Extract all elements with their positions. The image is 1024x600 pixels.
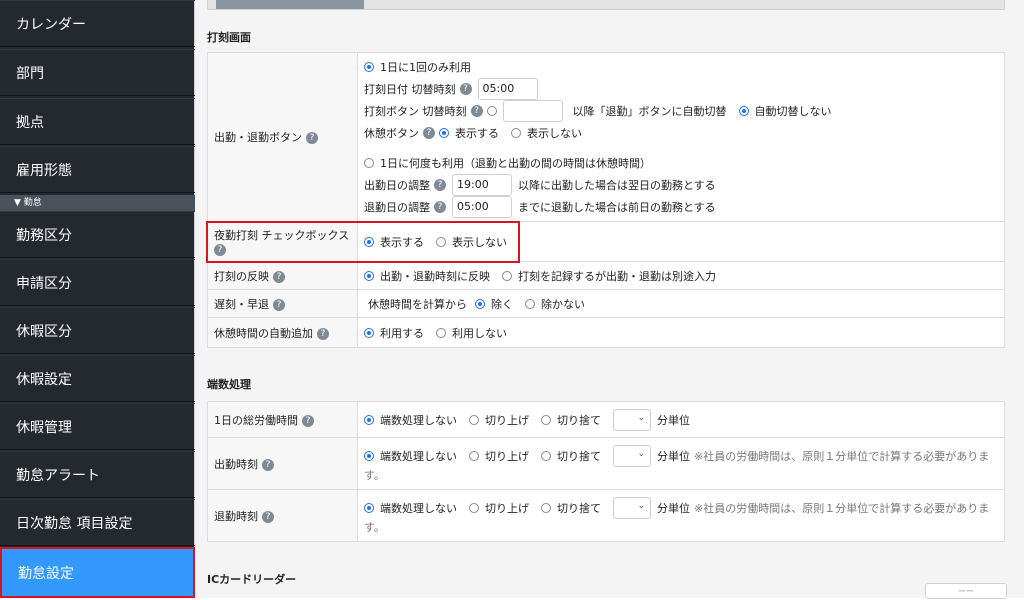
sidebar-item-leave-management[interactable]: 休暇管理 (0, 403, 195, 450)
radio-in-down[interactable] (541, 450, 551, 461)
radio-out-up[interactable] (469, 502, 479, 513)
help-icon[interactable]: ? (470, 105, 483, 117)
section-title-punch: 打刻画面 (207, 31, 251, 44)
section-title-rounding: 端数処理 (207, 378, 251, 391)
help-icon[interactable]: ? (423, 127, 435, 139)
sidebar-item-leave-settings[interactable]: 休暇設定 (0, 355, 195, 402)
row-label-auto-break: 休憩時間の自動追加? (207, 317, 358, 348)
date-switch-time-input[interactable]: 05:00 (477, 78, 538, 100)
sidebar-item-attendance-alert[interactable]: 勤怠アラート (0, 451, 195, 498)
radio-auto-break-not-use[interactable] (436, 327, 446, 338)
total-unit-select[interactable]: ⌄ (613, 408, 651, 431)
radio-many[interactable] (364, 158, 374, 168)
radio-total-none[interactable] (364, 414, 374, 425)
radio-total-down[interactable] (541, 414, 551, 425)
chevron-down-icon: ⌄ (637, 412, 645, 423)
radio-break-hide[interactable] (511, 128, 521, 138)
main-content: 打刻画面 出勤・退勤ボタン? 1日に1回のみ利用 打刻日付 切替時刻? 05:00… (195, 0, 1024, 599)
radio-reflect-times[interactable] (364, 270, 374, 281)
radio-not-exclude[interactable] (525, 298, 535, 309)
highlight-night-row (206, 221, 520, 263)
radio-out-none[interactable] (364, 502, 374, 513)
radio-in-none[interactable] (364, 450, 374, 461)
sidebar-item-work-category[interactable]: 勤務区分 (0, 211, 195, 258)
radio-button-switch[interactable] (486, 106, 497, 116)
ic-reader-button[interactable]: ーー (925, 583, 1007, 599)
sidebar-item-calendar[interactable]: カレンダー (0, 0, 195, 47)
clock-out-adjust-input[interactable]: 05:00 (452, 196, 512, 218)
row-label-reflect: 打刻の反映? (207, 261, 358, 290)
help-icon[interactable]: ? (317, 327, 329, 340)
row-label-clock-in: 出勤時刻? (207, 437, 358, 490)
help-icon[interactable]: ? (459, 83, 472, 95)
radio-auto-break-use[interactable] (364, 327, 374, 338)
section-title-ic-reader: ICカードリーダー (207, 573, 297, 586)
chevron-down-icon: ⌄ (637, 448, 645, 459)
help-icon[interactable]: ? (434, 201, 446, 213)
help-icon[interactable]: ? (434, 179, 446, 191)
help-icon[interactable]: ? (302, 414, 314, 427)
sidebar-item-daily-fields[interactable]: 日次勤怠 項目設定 (0, 499, 195, 546)
row-label-total-hours: 1日の総労働時間? (207, 401, 358, 438)
sidebar: カレンダー 部門 拠点 雇用形態 ▼ 勤怠 勤務区分 申請区分 休暇区分 休暇設… (0, 0, 195, 598)
scrollbar-thumb[interactable] (216, 0, 364, 9)
help-icon[interactable]: ? (262, 510, 274, 523)
radio-reflect-record[interactable] (502, 270, 512, 281)
sidebar-item-employment-type[interactable]: 雇用形態 (0, 146, 195, 193)
row-label-late: 遅刻・早退? (207, 289, 358, 318)
sidebar-item-department[interactable]: 部門 (0, 49, 195, 96)
sidebar-item-location[interactable]: 拠点 (0, 98, 195, 145)
radio-in-up[interactable] (469, 450, 479, 461)
sidebar-section-attendance[interactable]: ▼ 勤怠 (0, 195, 195, 211)
sidebar-item-attendance-settings[interactable]: 勤怠設定 (0, 547, 195, 598)
radio-no-auto-switch[interactable] (738, 106, 749, 116)
clock-in-adjust-input[interactable]: 19:00 (452, 174, 512, 196)
radio-break-show[interactable] (439, 128, 449, 138)
radio-exclude[interactable] (475, 298, 485, 309)
sidebar-item-request-category[interactable]: 申請区分 (0, 259, 195, 306)
sidebar-item-leave-category[interactable]: 休暇区分 (0, 307, 195, 354)
button-switch-time-input[interactable] (502, 100, 563, 122)
help-icon[interactable]: ? (273, 270, 285, 283)
punch-settings-table: 出勤・退勤ボタン? 1日に1回のみ利用 打刻日付 切替時刻? 05:00 打刻ボタ… (207, 52, 1005, 348)
radio-total-up[interactable] (469, 414, 479, 425)
help-icon[interactable]: ? (306, 132, 318, 144)
clock-out-unit-select[interactable]: ⌄ (613, 496, 651, 519)
rounding-settings-table: 1日の総労働時間? 端数処理しない 切り上げ 切り捨て ⌄ 分単位 出勤時刻? 端数処理… (207, 401, 1005, 542)
clock-in-unit-select[interactable]: ⌄ (613, 444, 651, 467)
chevron-down-icon: ⌄ (637, 500, 645, 511)
help-icon[interactable]: ? (262, 458, 274, 471)
radio-once[interactable] (364, 62, 374, 72)
radio-out-down[interactable] (541, 502, 551, 513)
help-icon[interactable]: ? (273, 298, 285, 311)
horizontal-scrollbar[interactable] (207, 0, 1005, 10)
row-label-clock-out: 退勤時刻? (207, 489, 358, 542)
row-label-button: 出勤・退勤ボタン? (207, 52, 358, 222)
